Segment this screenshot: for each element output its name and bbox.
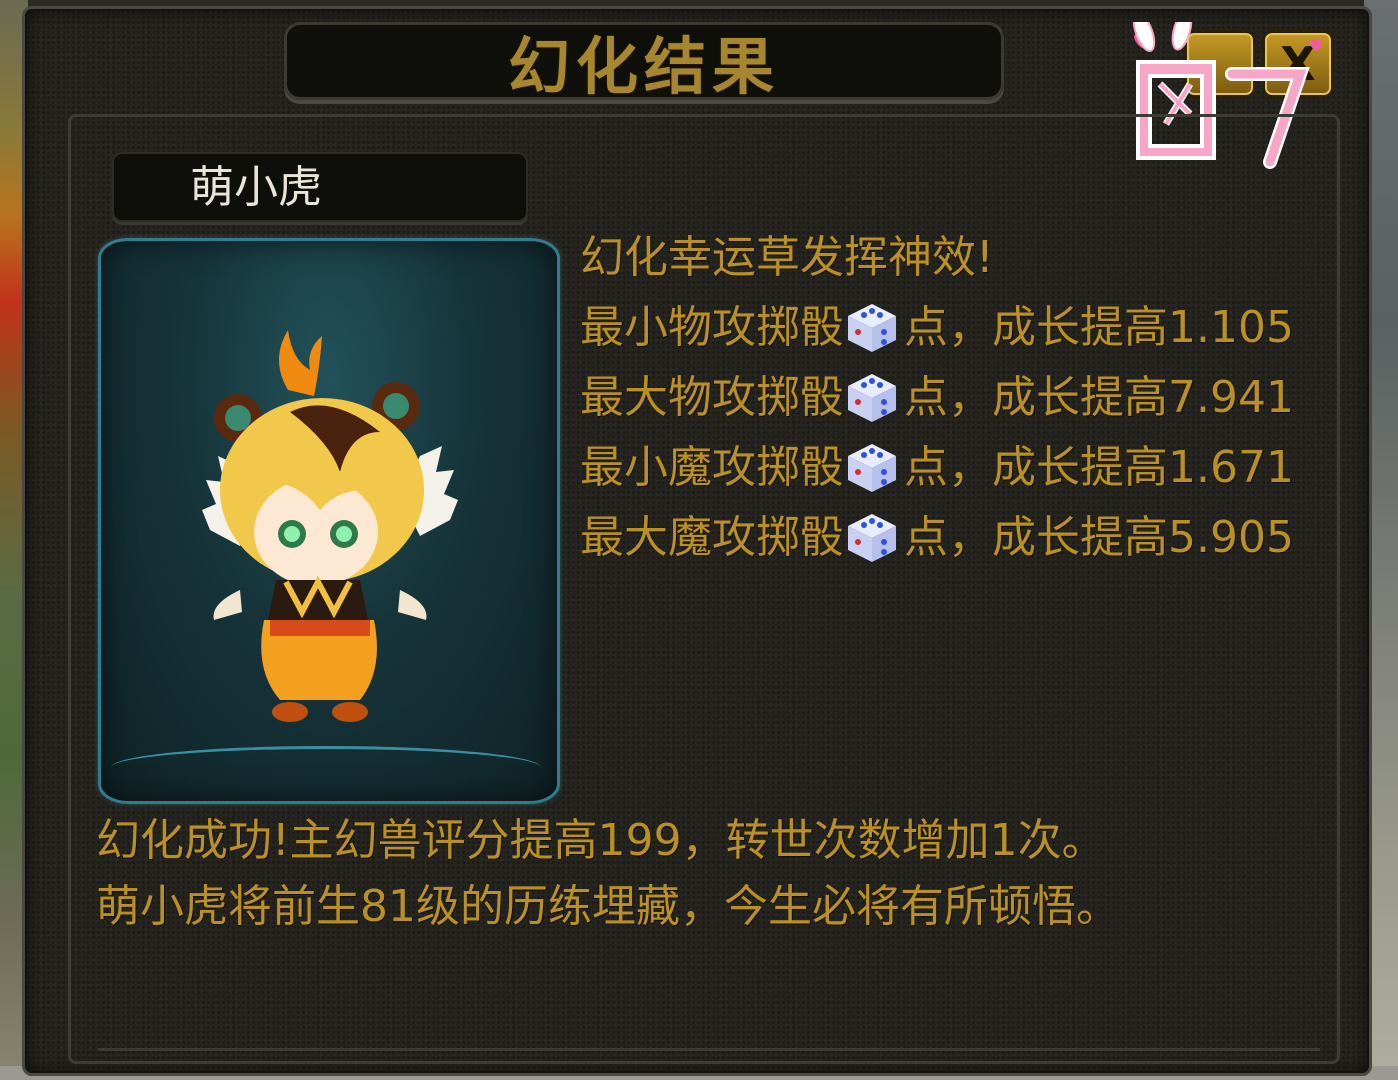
result-message-1: 幻化成功!主幻兽评分提高199，转世次数增加1次。 [96,815,1106,866]
headline-text: 幻化幸运草发挥神效! [580,228,994,288]
dice-icon [848,374,896,422]
stat-growth-label: 点，成长提高 [904,372,1168,423]
tiger-cub-pet-portrait [202,330,458,722]
stat-growth-value: 5.905 [1168,512,1294,563]
stat-growth-value: 1.671 [1168,442,1294,493]
divider [98,1048,1320,1051]
stat-row-max-phys: 最大物攻掷骰 点，成长提高 7.941 [580,368,1294,428]
preview-platform [111,746,541,789]
stat-growth-value: 1.105 [1168,302,1294,353]
stat-label: 最大魔攻掷骰 [580,512,844,563]
stat-growth-value: 7.941 [1168,372,1294,423]
help-button[interactable] [1184,30,1256,98]
stat-row-min-magic: 最小魔攻掷骰 点，成长提高 1.671 [580,438,1294,498]
stat-row-min-phys: 最小物攻掷骰 点，成长提高 1.105 [580,298,1294,358]
window-title: 幻化结果 [507,30,780,103]
close-button[interactable]: X [1262,30,1334,98]
stat-label: 最小魔攻掷骰 [580,442,844,493]
title-bar: 幻化结果 [284,22,1004,103]
pet-name: 萌小虎 [190,162,322,213]
dice-icon [848,514,896,562]
close-icon: X [1280,37,1316,91]
stat-growth-label: 点，成长提高 [904,512,1168,563]
dice-icon [848,304,896,352]
result-message-2: 萌小虎将前生81级的历练埋藏，今生必将有所顿悟。 [96,881,1120,932]
headline: 幻化幸运草发挥神效! [580,232,994,283]
stat-growth-label: 点，成长提高 [904,442,1168,493]
stat-row-max-magic: 最大魔攻掷骰 点，成长提高 5.905 [580,508,1294,568]
stat-label: 最大物攻掷骰 [580,372,844,423]
dice-icon [848,444,896,492]
stat-growth-label: 点，成长提高 [904,302,1168,353]
stat-label: 最小物攻掷骰 [580,302,844,353]
